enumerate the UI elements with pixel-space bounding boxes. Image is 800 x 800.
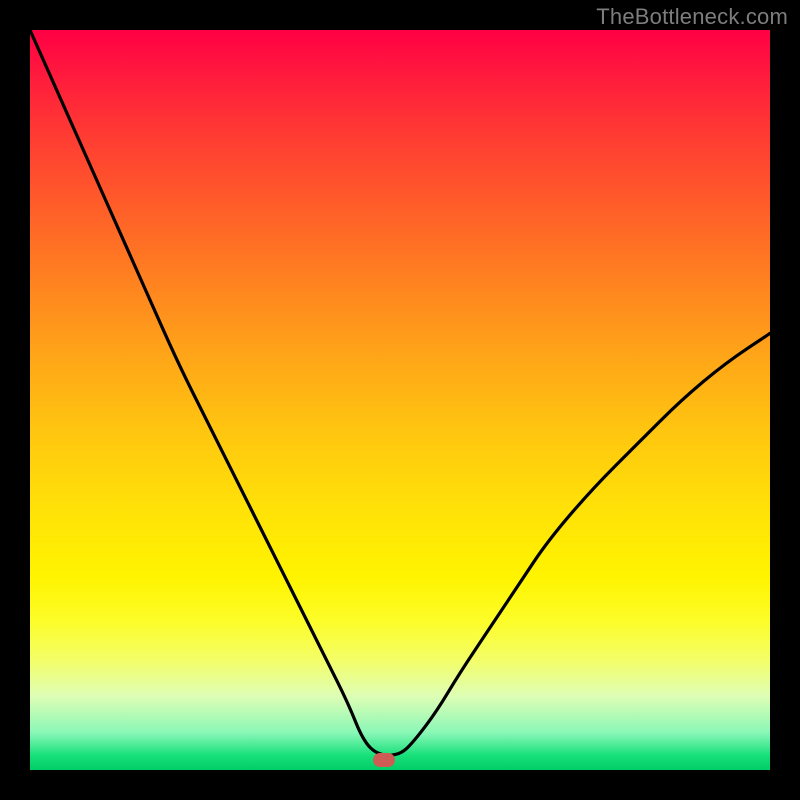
chart-frame: TheBottleneck.com [0,0,800,800]
bottleneck-curve [30,30,770,770]
optimal-marker [373,753,395,767]
curve-path [30,30,770,755]
plot-area [30,30,770,770]
watermark-text: TheBottleneck.com [596,4,788,30]
